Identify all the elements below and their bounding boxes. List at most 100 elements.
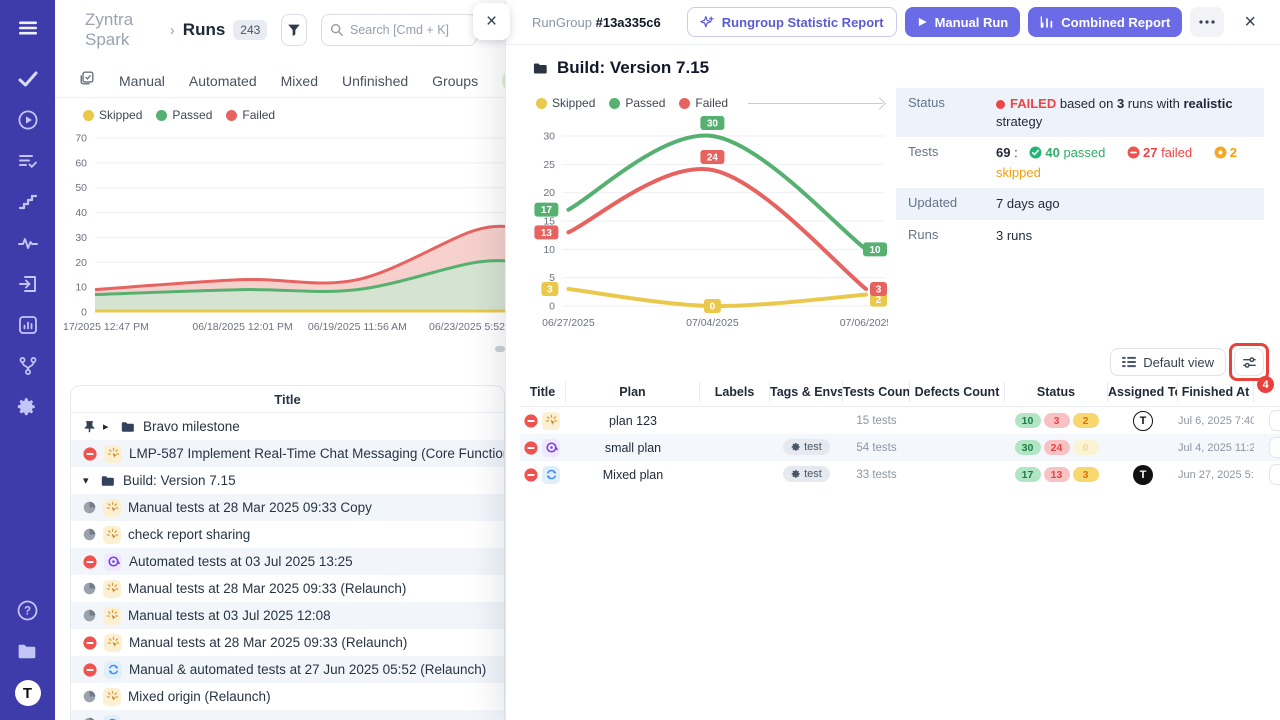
column-header-finished-at[interactable]: Finished At [1178,382,1254,402]
select-all-icon[interactable] [79,70,95,91]
legend-dot [226,110,237,121]
assignee-avatar[interactable]: T [1133,465,1153,485]
breadcrumb-project[interactable]: Zyntra Spark [85,10,162,50]
gear-icon[interactable] [16,395,40,419]
row-action-button[interactable] [1269,437,1280,458]
runs-label: Runs [908,227,996,245]
table-row[interactable]: Mixed plantest33 tests17133TJun 27, 2025… [520,461,1280,488]
run-list-item[interactable]: Manual tests at 28 Mar 2025 09:33 (Relau… [71,575,504,602]
user-avatar[interactable]: T [15,680,41,706]
legend-item-skipped[interactable]: Skipped [536,96,595,110]
play-circle-icon[interactable] [16,108,40,132]
run-list-item[interactable]: Manual & automated tests at 27 Jun 2025 … [71,656,504,683]
column-header-labels[interactable]: Labels [700,382,770,402]
chart-legend: Skipped Passed Failed [83,108,505,122]
columns-settings-button[interactable] [1234,348,1264,376]
branch-icon[interactable] [16,354,40,378]
run-list-item[interactable]: ▾Build: Version 7.15 [71,467,504,494]
run-list-item[interactable]: Manual tests at 28 Mar 2025 09:33 (Relau… [71,629,504,656]
legend-item-passed[interactable]: Passed [156,108,212,122]
plan-name[interactable]: small plan [566,441,700,455]
tag-pill[interactable]: test [783,466,830,482]
steps-icon[interactable] [16,190,40,214]
legend-dot [609,98,620,109]
run-list-item[interactable]: LMP-587 Implement Real-Time Chat Messagi… [71,440,504,467]
bar-chart-icon[interactable] [16,313,40,337]
list-check-icon[interactable] [16,149,40,173]
folder-icon[interactable] [16,639,40,663]
run-title: Manual & automated tests at 27 Jun 2025 … [129,662,486,677]
filter-button[interactable] [281,14,307,46]
search-input[interactable] [350,23,468,37]
default-view-button[interactable]: Default view [1110,348,1226,376]
tab-mixed[interactable]: Mixed [281,73,318,89]
finished-at: Jul 6, 2025 7:40 [1178,415,1254,427]
mixed-run-icon [542,466,560,484]
svg-text:13: 13 [541,228,553,239]
svg-text:17/2025 12:47 PM: 17/2025 12:47 PM [63,321,149,333]
tab-groups[interactable]: Groups [432,73,478,89]
manual-run-icon [103,499,121,517]
column-header-tests-count[interactable]: Tests Count [843,382,910,402]
manual-run-icon [104,445,122,463]
panel-close-left-button[interactable]: × [473,3,510,40]
run-list-item[interactable] [71,710,504,720]
plan-name[interactable]: plan 123 [566,414,700,428]
activity-icon[interactable] [16,231,40,255]
manual-run-button[interactable]: Manual Run [905,7,1021,37]
column-header-tags-envs[interactable]: Tags & Envs [770,382,843,402]
column-header-status[interactable]: Status [1005,382,1108,402]
column-header-plan[interactable]: Plan [566,382,700,402]
svg-text:30: 30 [75,232,87,244]
legend-item-failed[interactable]: Failed [679,96,728,110]
run-list-item[interactable]: Manual tests at 28 Mar 2025 09:33 Copy [71,494,504,521]
tab-unfinished[interactable]: Unfinished [342,73,408,89]
skip-circle-icon [1214,146,1227,164]
legend-arrow [748,103,883,104]
more-button[interactable] [1190,7,1224,37]
help-icon[interactable]: ? [16,598,40,622]
plan-name[interactable]: Mixed plan [566,468,700,482]
row-action-button[interactable] [1269,464,1280,485]
tab-manual[interactable]: Manual [119,73,165,89]
run-list-item[interactable]: Manual tests at 03 Jul 2025 12:08 [71,602,504,629]
minus-circle-icon [1127,146,1140,164]
pending-status-icon [83,528,96,541]
runs-list-header: Title [71,386,504,413]
check-icon[interactable] [16,67,40,91]
run-list-item[interactable]: check report sharing [71,521,504,548]
svg-text:10: 10 [869,245,881,256]
panel-close-button[interactable]: × [1238,11,1262,34]
run-list-item[interactable]: Automated tests at 03 Jul 2025 13:25 [71,548,504,575]
scrollbar-thumb[interactable] [495,346,505,352]
table-row[interactable]: small plantest54 tests30240Jul 4, 2025 1… [520,434,1280,461]
combined-report-button[interactable]: Combined Report [1028,7,1182,37]
run-title: Mixed origin (Relaunch) [128,689,271,704]
column-header-assigned-to[interactable]: Assigned To [1108,382,1178,402]
tab-automated[interactable]: Automated [189,73,257,89]
assignee-avatar[interactable]: T [1133,411,1153,431]
statistic-report-button[interactable]: Rungroup Statistic Report [687,7,897,37]
menu-icon[interactable] [16,16,40,40]
search-box[interactable] [321,14,477,46]
rungroup-details: Status FAILED based on 3 runs with reali… [896,88,1264,251]
gear-icon [791,442,801,452]
legend-item-skipped[interactable]: Skipped [83,108,142,122]
manual-run-icon [542,412,560,430]
run-list-item[interactable]: Mixed origin (Relaunch) [71,683,504,710]
table-row[interactable]: plan 12315 tests1032TJul 6, 2025 7:40 [520,407,1280,434]
skipped-pill: 2 [1073,413,1099,428]
tag-pill[interactable]: test [783,439,830,455]
column-header-title[interactable]: Title [520,382,566,402]
svg-text:70: 70 [75,133,87,145]
legend-item-failed[interactable]: Failed [226,108,275,122]
runs-list-card: Title ▸Bravo milestoneLMP-587 Implement … [70,385,505,720]
legend-item-passed[interactable]: Passed [609,96,665,110]
line-chart-svg: 0510152025303021324317301006/27/202507/0… [528,110,888,342]
row-action-button[interactable] [1269,410,1280,431]
run-list-item[interactable]: ▸Bravo milestone [71,413,504,440]
svg-text:0: 0 [710,302,716,313]
tests-value: 69 : 40 passed 27 failed 2 skipped [996,144,1252,181]
run-box-icon[interactable] [16,272,40,296]
column-header-defects-count[interactable]: Defects Count [910,382,1005,402]
